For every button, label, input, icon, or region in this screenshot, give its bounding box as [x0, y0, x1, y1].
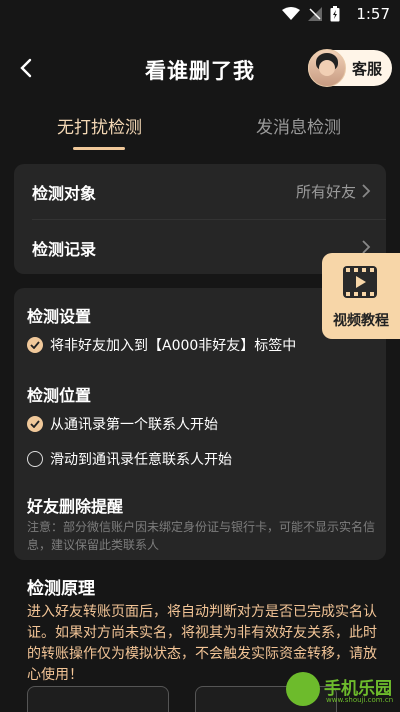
detection-target-label: 检测对象	[32, 184, 97, 203]
top-bar: 看谁删了我 客服	[0, 46, 400, 92]
start-from-first-option[interactable]: 从通讯录第一个联系人开始	[27, 414, 218, 434]
position-title: 检测位置	[27, 386, 92, 405]
principle-title: 检测原理	[27, 579, 95, 599]
chevron-right-icon	[362, 184, 371, 198]
customer-service-button[interactable]: 客服	[307, 49, 392, 87]
checkmark-icon	[27, 416, 43, 432]
detection-records-label: 检测记录	[32, 240, 97, 259]
status-time: 1:57	[356, 5, 390, 23]
status-icons	[282, 6, 340, 22]
add-to-tag-label: 将非好友加入到【A000非好友】标签中	[50, 338, 297, 354]
tutorial-thumbnail[interactable]	[27, 686, 169, 712]
detection-target-value: 所有好友	[295, 183, 356, 201]
start-from-any-label: 滑动到通讯录任意联系人开始	[50, 452, 232, 468]
reminder-note: 注意：部分微信账户因未绑定身份证与银行卡，可能不显示实名信息，建议保留此类联系人	[27, 520, 376, 552]
detection-target-row[interactable]: 检测对象 所有好友	[14, 164, 386, 220]
tab-bar: 无打扰检测 发消息检测	[0, 113, 400, 153]
checkmark-icon	[27, 337, 43, 353]
watermark-logo-icon	[286, 672, 320, 706]
status-bar: 1:57	[0, 0, 400, 30]
video-icon	[343, 266, 377, 298]
reminder-title: 好友删除提醒	[27, 497, 124, 516]
watermark-subtext: www.shouji.com.cn	[326, 696, 394, 704]
wifi-icon	[282, 7, 300, 20]
avatar	[307, 49, 346, 87]
chevron-right-icon	[362, 240, 371, 254]
radio-icon	[27, 451, 43, 467]
settings-title: 检测设置	[27, 307, 92, 326]
customer-service-label: 客服	[351, 59, 382, 78]
start-from-any-option[interactable]: 滑动到通讯录任意联系人开始	[27, 449, 232, 469]
start-from-first-label: 从通讯录第一个联系人开始	[50, 417, 218, 433]
add-to-tag-option[interactable]: 将非好友加入到【A000非好友】标签中	[27, 335, 296, 355]
tab-message-detection[interactable]: 发消息检测	[256, 113, 341, 138]
video-tutorial-button[interactable]: 视频教程	[322, 253, 400, 339]
site-watermark: 手机乐园 www.shouji.com.cn	[286, 670, 394, 708]
active-tab-indicator	[73, 147, 125, 150]
signal-icon	[308, 7, 322, 21]
battery-icon	[330, 6, 340, 22]
video-tutorial-label: 视频教程	[333, 313, 389, 329]
tab-no-disturb-detection[interactable]: 无打扰检测	[57, 113, 142, 138]
